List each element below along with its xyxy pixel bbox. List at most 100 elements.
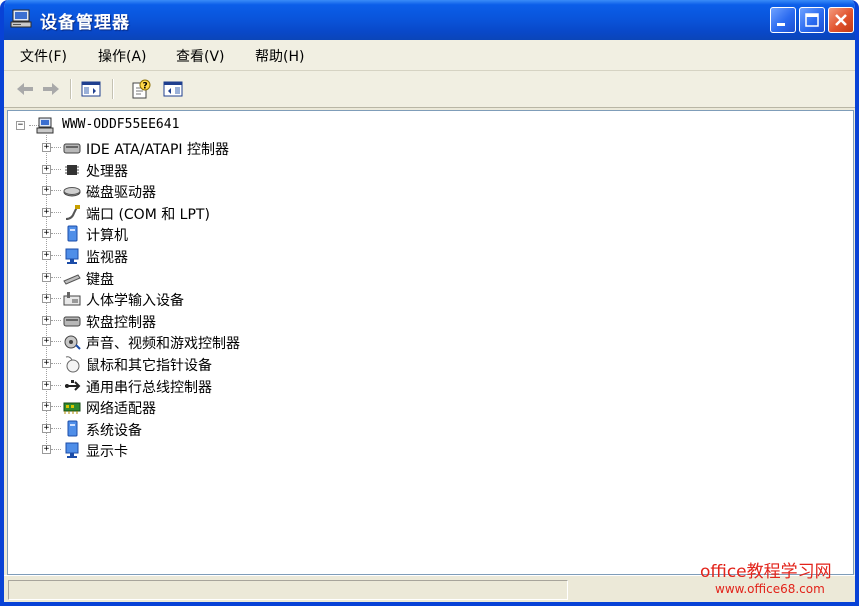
expand-toggle[interactable]: + [42,294,51,304]
keyboard-icon [63,273,81,285]
expand-toggle[interactable]: + [42,445,51,455]
tree-category-label: 人体学输入设备 [86,293,184,310]
tree-category-node[interactable]: + 网络适配器 [42,397,362,417]
expand-toggle[interactable]: + [42,251,51,260]
tree-category-label: 磁盘驱动器 [86,185,156,202]
back-arrow-icon[interactable] [14,79,36,99]
expand-toggle[interactable]: + [42,143,51,152]
expand-toggle[interactable]: + [42,423,51,433]
tree-root-node[interactable]: − WWW-ODDF55EE641 [16,116,316,136]
tree-category-label: 端口 (COM 和 LPT) [86,206,210,223]
tree-category-node[interactable]: + 键盘 [42,268,362,288]
menu-view[interactable]: 查看(V) [176,46,225,66]
expand-toggle[interactable]: + [42,380,51,390]
device-tree[interactable]: − WWW-ODDF55EE641 + IDE ATA/ATAPI 控制器 + 处理器… [7,110,854,575]
collapse-toggle[interactable]: − [16,121,25,130]
tree-connector [51,449,61,451]
close-button[interactable] [828,7,854,33]
tree-category-node[interactable]: + 软盘控制器 [42,311,362,331]
tree-category-label: 计算机 [86,228,128,245]
ide-controller-icon [63,143,81,154]
system-device-icon [67,420,78,437]
title-bar[interactable]: 设备管理器 [4,0,855,40]
forward-arrow-icon[interactable] [40,79,62,99]
expand-toggle[interactable]: + [42,186,51,196]
tree-category-node[interactable]: + 声音、视频和游戏控制器 [42,332,362,352]
tree-category-node[interactable]: + 处理器 [42,160,362,180]
tree-category-label: 网络适配器 [86,401,156,418]
toolbar-separator [112,79,114,99]
tree-connector [51,341,61,343]
expand-toggle[interactable]: + [42,402,51,412]
expand-toggle[interactable]: + [42,359,51,368]
tree-category-node[interactable]: + 人体学输入设备 [42,289,362,309]
maximize-button[interactable] [799,7,825,33]
tree-category-label: 监视器 [86,250,128,266]
menu-help[interactable]: 帮助(H) [255,46,304,66]
computer-icon [67,225,78,242]
device-manager-window: 设备管理器 文件(F) 操作(A) 查看(V) 帮助(H) ? − WWW-OD… [0,0,859,606]
minimize-icon [777,23,785,26]
watermark-title: office教程学习网 [700,562,832,582]
menu-action[interactable]: 操作(A) [98,46,147,66]
expand-toggle[interactable]: + [42,207,51,217]
tree-connector [51,406,61,408]
status-pane [8,580,568,600]
tree-category-node[interactable]: + 系统设备 [42,419,362,439]
tree-category-label: 软盘控制器 [86,314,156,331]
tree-category-label: 声音、视频和游戏控制器 [86,336,240,353]
tree-connector [51,147,61,148]
watermark-url: www.office68.com [715,582,825,596]
window-title: 设备管理器 [40,13,130,33]
floppy-controller-icon [63,316,81,327]
expand-toggle[interactable]: + [42,337,51,347]
processor-icon [65,164,79,175]
tree-category-label: 键盘 [86,271,114,288]
tree-category-node[interactable]: + 磁盘驱动器 [42,181,362,201]
computer-icon [36,117,54,134]
tree-connector [51,427,61,429]
tree-connector [51,168,61,170]
show-hide-console-tree-icon[interactable] [80,79,102,99]
tree-connector [51,276,61,278]
tree-connector [51,211,61,213]
tree-category-node[interactable]: + 计算机 [42,224,362,244]
tree-connector [51,233,61,235]
tree-connector [51,255,61,256]
display-adapter-icon [65,442,79,459]
tree-category-node[interactable]: + 鼠标和其它指针设备 [42,354,362,374]
close-icon [835,14,847,26]
menu-bar: 文件(F) 操作(A) 查看(V) 帮助(H) [4,40,855,71]
tree-connector [51,298,61,300]
tree-category-node[interactable]: + 显示卡 [42,440,362,460]
tree-category-node[interactable]: + 端口 (COM 和 LPT) [42,203,362,223]
tree-category-node[interactable]: + 监视器 [42,246,362,266]
tree-category-label: 通用串行总线控制器 [86,379,212,396]
port-icon [65,204,80,220]
tree-category-label: IDE ATA/ATAPI 控制器 [86,142,230,158]
expand-toggle[interactable]: + [42,272,51,282]
tree-connector [51,363,61,364]
menu-file[interactable]: 文件(F) [20,46,67,66]
tree-connector [51,319,61,321]
minimize-button[interactable] [770,7,796,33]
expand-toggle[interactable]: + [42,229,51,239]
network-adapter-icon [63,402,81,415]
tree-category-node[interactable]: + 通用串行总线控制器 [42,376,362,396]
tree-category-label: 系统设备 [86,422,142,439]
expand-toggle[interactable]: + [42,315,51,325]
toolbar: ? [4,71,855,108]
expand-toggle[interactable]: + [42,164,51,174]
properties-help-icon[interactable]: ? [130,79,152,99]
computer-name-label: WWW-ODDF55EE641 [62,117,180,132]
tree-category-node[interactable]: + IDE ATA/ATAPI 控制器 [42,138,362,158]
tree-category-label: 处理器 [86,163,128,180]
hid-icon [63,292,81,306]
show-hide-action-pane-icon[interactable] [162,79,184,99]
tree-connector [51,384,61,386]
monitor-icon [65,248,79,264]
tree-category-label: 鼠标和其它指针设备 [86,358,212,374]
maximize-icon [805,13,819,27]
svg-text:?: ? [143,82,148,92]
mouse-icon [65,356,80,373]
